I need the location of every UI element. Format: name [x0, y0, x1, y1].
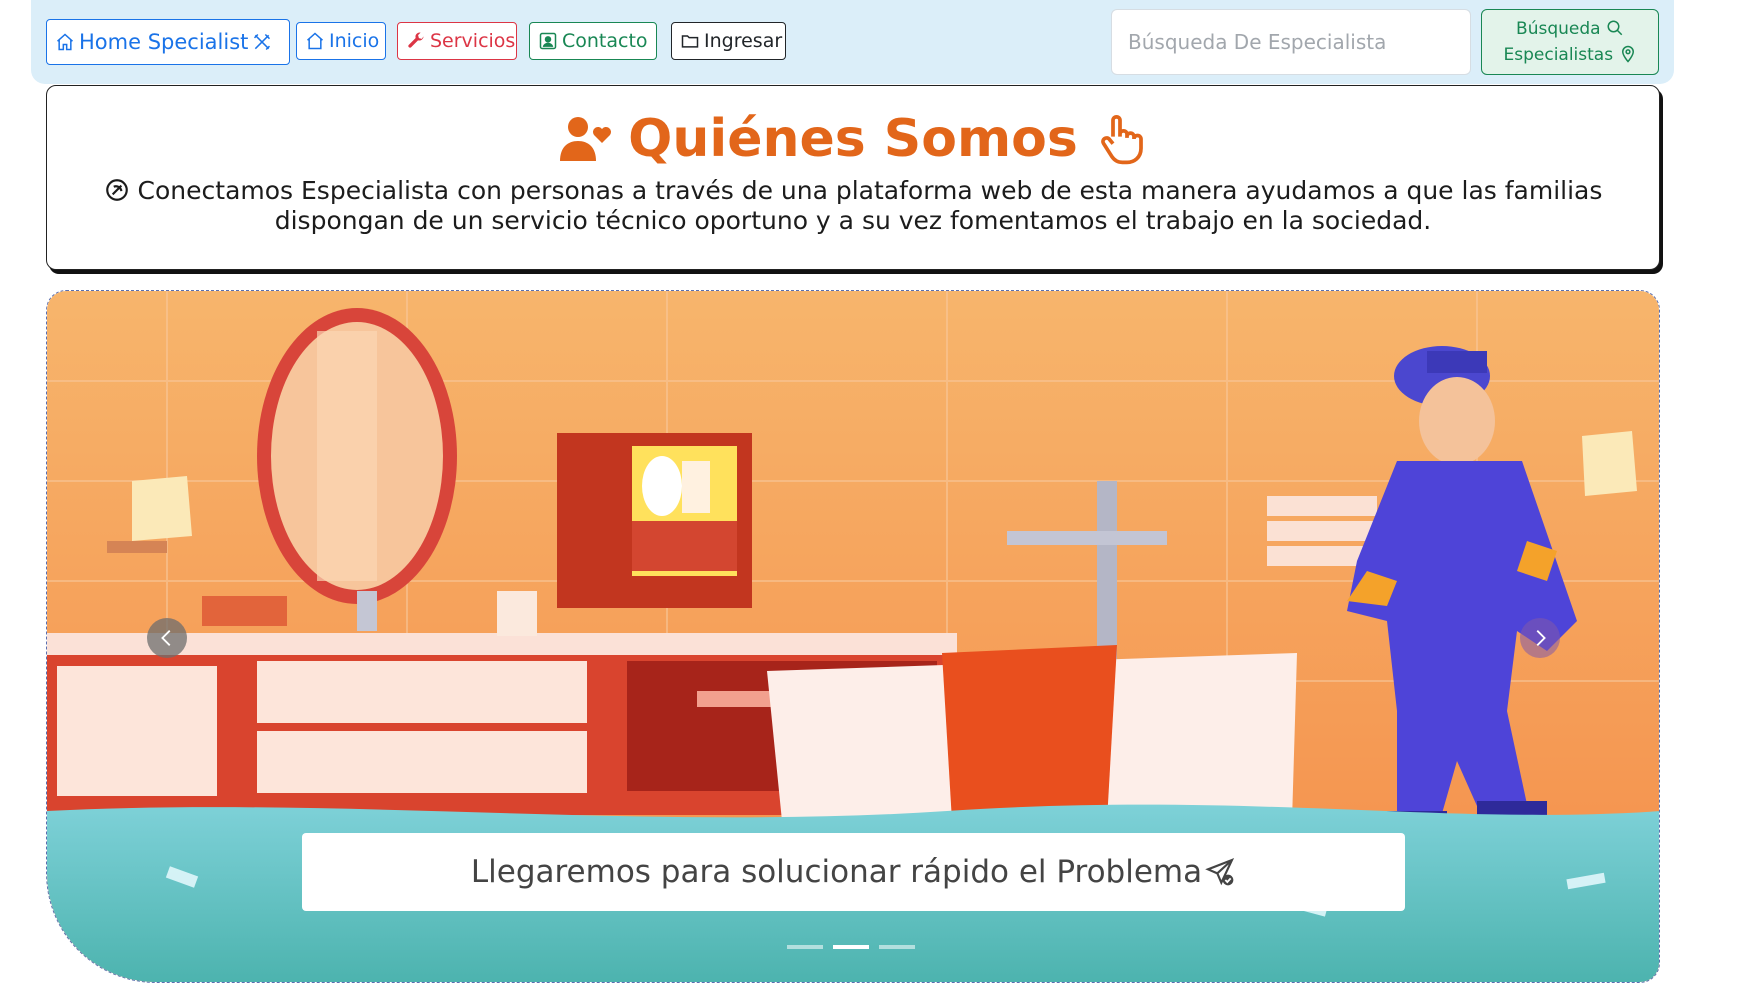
search-button-line2: Especialistas	[1503, 45, 1614, 65]
carousel-indicator-active[interactable]	[833, 945, 869, 949]
nav-item-inicio[interactable]: Inicio	[296, 22, 386, 60]
search-button-line1: Búsqueda	[1516, 19, 1601, 39]
nav-item-label: Servicios	[430, 30, 516, 52]
page-title: Quiénes Somos	[628, 109, 1078, 169]
brand-label: Home Specialist	[79, 30, 249, 54]
chevron-left-icon	[161, 630, 171, 646]
nav-item-ingresar[interactable]: Ingresar	[671, 22, 786, 60]
house-icon	[57, 33, 73, 51]
send-check-icon	[1205, 858, 1235, 886]
hero-carousel: Llegaremos para solucionar rápido el Pro…	[46, 290, 1660, 983]
carousel-indicator[interactable]	[787, 945, 823, 949]
circle-icon	[105, 179, 128, 201]
about-description: Conectamos Especialista con personas a t…	[87, 176, 1619, 236]
nav-item-label: Ingresar	[704, 30, 783, 52]
top-navbar: Home Specialist Inicio Servicios Contact…	[31, 0, 1674, 84]
nav-item-contacto[interactable]: Contacto	[529, 22, 657, 60]
about-card: Quiénes Somos Conectamos Especialista co…	[46, 85, 1660, 270]
carousel-next-button[interactable]	[1520, 618, 1560, 658]
caption-text: Llegaremos para solucionar rápido el Pro…	[470, 854, 1203, 890]
users-heart-icon	[560, 117, 612, 161]
about-text: Conectamos Especialista con personas a t…	[137, 176, 1603, 235]
specialist-search-input[interactable]	[1111, 9, 1471, 75]
person-badge-icon	[539, 32, 557, 50]
hand-pointer-icon	[1101, 115, 1143, 165]
nav-item-label: Inicio	[329, 30, 380, 52]
folder-icon	[681, 35, 699, 48]
carousel-prev-button[interactable]	[147, 618, 187, 658]
search-specialists-button[interactable]: Búsqueda Especialistas	[1481, 9, 1659, 75]
tools-icon	[254, 33, 271, 51]
wrench-icon	[408, 32, 424, 48]
brand-button[interactable]: Home Specialist	[46, 19, 290, 65]
chevron-right-icon	[1536, 630, 1546, 646]
search-icon	[1607, 20, 1623, 36]
carousel-indicators	[787, 945, 915, 949]
about-title-row: Quiénes Somos	[47, 104, 1659, 174]
carousel-caption: Llegaremos para solucionar rápido el Pro…	[302, 833, 1405, 911]
house-icon	[307, 32, 323, 50]
geo-pin-icon	[1621, 45, 1634, 63]
nav-item-servicios[interactable]: Servicios	[397, 22, 517, 60]
carousel-indicator[interactable]	[879, 945, 915, 949]
nav-item-label: Contacto	[562, 30, 648, 52]
